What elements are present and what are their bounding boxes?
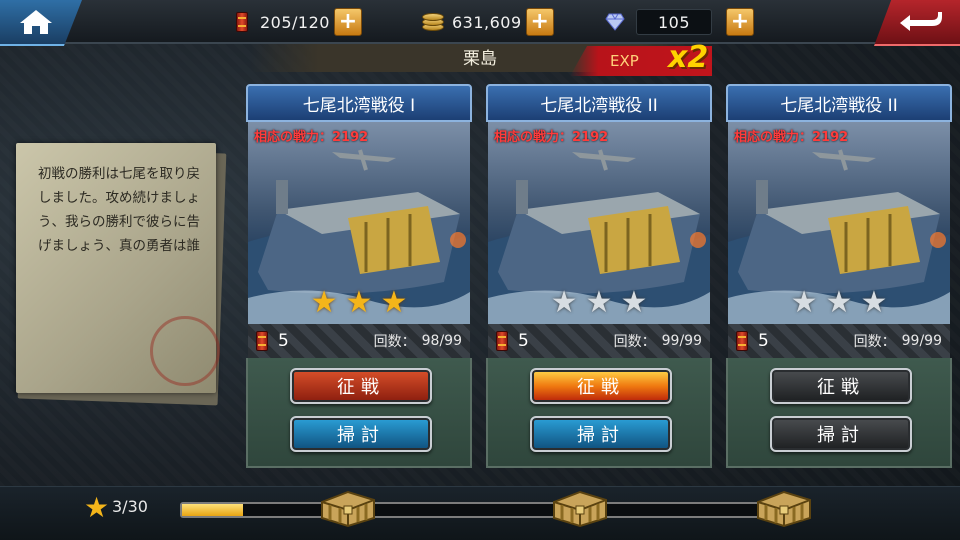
stage-card-stats: 5 回数： 99/99: [488, 324, 710, 358]
story-text: 初戦の勝利は七尾を取り戻しました。攻め続けましょう、我らの勝利で彼らに告げましょ…: [38, 166, 200, 254]
power-label: 相応の戦力：: [734, 130, 813, 145]
exp-label: EXP: [610, 52, 639, 70]
recommended-power: 相応の戦力：2192: [254, 126, 368, 145]
attack-button[interactable]: 征戦: [530, 368, 672, 404]
fuel-barrel-icon: [236, 12, 248, 32]
recommended-power: 相応の戦力：2192: [494, 126, 608, 145]
power-value: 2192: [332, 130, 369, 145]
fuel-cost: 5: [278, 331, 289, 351]
star-icon: ★: [550, 285, 578, 320]
exp-multiplier: x2: [668, 40, 709, 75]
stage-card-actions: 征戦 掃討: [486, 358, 712, 468]
star-icon: ★: [620, 285, 648, 320]
treasure-chest-icon[interactable]: [316, 484, 380, 528]
star-progress-fill: [182, 504, 243, 516]
power-label: 相応の戦力：: [254, 130, 333, 145]
attempts-value: 98/99: [421, 333, 462, 349]
attack-button[interactable]: 征戦: [770, 368, 912, 404]
stage-card-image: 相応の戦力：2192 ★ ★ ★: [248, 122, 470, 324]
stage-card[interactable]: 七尾北湾戦役 II 相応の戦力：2192 ★ ★ ★ 5 回数： 99/99 征戦 掃討: [486, 84, 712, 468]
stage-card-title: 七尾北湾戦役 I: [246, 84, 472, 122]
add-gems-button[interactable]: +: [726, 8, 754, 36]
stage-card-actions: 征戦 掃討: [726, 358, 952, 468]
stage-card[interactable]: 七尾北湾戦役 II 相応の戦力：2192 ★ ★ ★ 5 回数： 99/99 征戦 掃討: [726, 84, 952, 468]
attempts-label: 回数：: [373, 334, 416, 350]
attempts-label: 回数：: [853, 334, 896, 350]
fuel-resource: 205/120 +: [236, 8, 362, 36]
star-icon: ★: [790, 285, 818, 320]
sweep-button[interactable]: 掃討: [530, 416, 672, 452]
gem-value: 105: [657, 12, 691, 32]
fuel-value: 205/120: [260, 12, 330, 32]
coin-resource: 631,609 +: [422, 8, 554, 36]
fuel-cost: 5: [758, 331, 769, 351]
stage-card-stats: 5 回数： 99/99: [728, 324, 950, 358]
home-icon: [20, 10, 52, 34]
stage-card-actions: 征戦 掃討: [246, 358, 472, 468]
star-icon: ★: [860, 285, 888, 320]
fuel-barrel-icon: [736, 331, 748, 351]
stage-card-image: 相応の戦力：2192 ★ ★ ★: [488, 122, 710, 324]
star-icon: ★: [380, 285, 408, 320]
star-progress-text: 3/30: [112, 497, 148, 516]
power-value: 2192: [572, 130, 609, 145]
star-icon: ★: [585, 285, 613, 320]
stage-stars: ★ ★ ★: [248, 288, 470, 318]
attempts-value: 99/99: [661, 333, 702, 349]
star-icon: ★: [84, 491, 110, 524]
coin-value: 631,609: [452, 12, 522, 32]
stage-card-stats: 5 回数： 98/99: [248, 324, 470, 358]
power-value: 2192: [812, 130, 849, 145]
treasure-chest-icon[interactable]: [752, 484, 816, 528]
add-fuel-button[interactable]: +: [333, 8, 362, 36]
attack-button[interactable]: 征戦: [290, 368, 432, 404]
star-icon: ★: [310, 285, 338, 320]
star-icon: ★: [825, 285, 853, 320]
treasure-chest-icon[interactable]: [548, 484, 612, 528]
recommended-power: 相応の戦力：2192: [734, 126, 848, 145]
stage-name: 栗島: [463, 49, 497, 69]
sweep-button[interactable]: 掃討: [290, 416, 432, 452]
stage-card-title: 七尾北湾戦役 II: [726, 84, 952, 122]
back-arrow-icon: [900, 12, 942, 31]
star-icon: ★: [345, 285, 373, 320]
stage-card-title: 七尾北湾戦役 II: [486, 84, 712, 122]
stage-card[interactable]: 七尾北湾戦役 I 相応の戦力：2192 ★ ★ ★ 5 回数： 98/99 征戦 掃討: [246, 84, 472, 468]
power-label: 相応の戦力：: [494, 130, 573, 145]
stage-stars: ★ ★ ★: [728, 288, 950, 318]
diamond-icon: [604, 12, 626, 32]
star-progress-track: [180, 502, 792, 518]
add-coins-button[interactable]: +: [525, 8, 554, 36]
attempts-value: 99/99: [901, 333, 942, 349]
gem-resource: 105 +: [604, 8, 754, 36]
fuel-barrel-icon: [496, 331, 508, 351]
stage-card-image: 相応の戦力：2192 ★ ★ ★: [728, 122, 950, 324]
coin-stack-icon: [422, 12, 446, 32]
sweep-button[interactable]: 掃討: [770, 416, 912, 452]
fuel-cost: 5: [518, 331, 529, 351]
fuel-barrel-icon: [256, 331, 268, 351]
attempts-label: 回数：: [613, 334, 656, 350]
stage-stars: ★ ★ ★: [488, 288, 710, 318]
paper-stamp: [150, 316, 220, 386]
